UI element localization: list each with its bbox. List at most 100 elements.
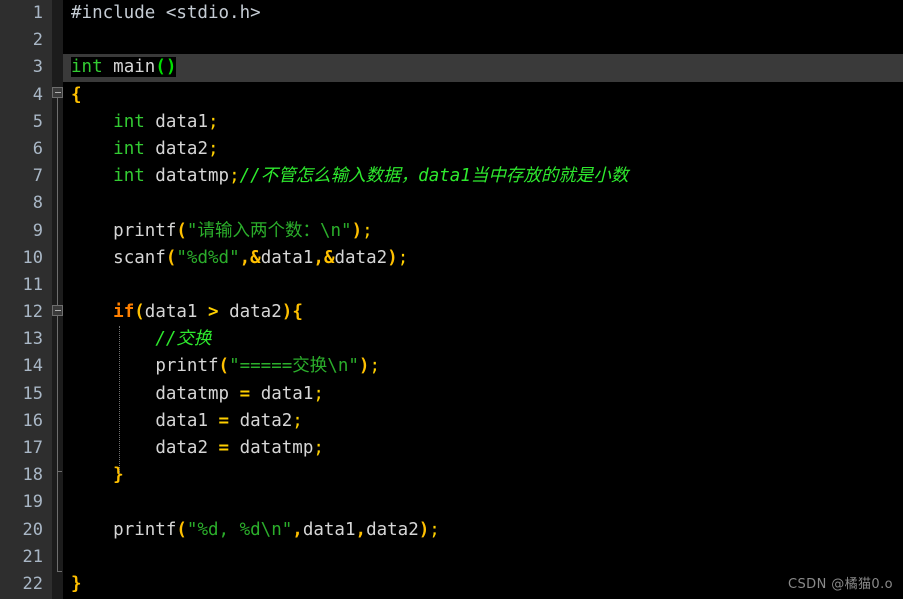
code-line-5[interactable]: int data1; [63,109,903,136]
parentheses-pair: () [155,57,177,78]
string-literal: "%d, %d\n" [186,519,293,540]
highlighted-occurrence: int main() [71,57,177,78]
code-line-14[interactable]: printf("=====交换\n"); [63,353,903,380]
line-number: 8 [32,193,43,214]
variable-datatmp: datatmp [144,166,230,187]
line-number: 10 [22,247,43,268]
semicolon: ; [362,220,373,241]
function-name-main: main [113,57,156,78]
line-number: 11 [22,274,43,295]
variable-data2: data2 [144,138,208,159]
open-paren: ( [165,247,177,268]
semicolon: ; [369,356,380,377]
code-line-6[interactable]: int data2; [63,136,903,163]
open-paren: ( [176,220,187,241]
semicolon: ; [207,138,219,159]
code-line-2[interactable] [63,27,903,54]
line-number-gutter: 1 2 3 4 5 6 7 8 9 10 11 12 13 14 15 16 1… [0,0,52,599]
code-line-19[interactable] [63,489,903,516]
variable-data2: data2 [334,247,388,268]
code-line-3[interactable]: int main() [63,54,903,82]
line-number: 21 [22,546,43,567]
fold-minus-icon-function[interactable] [52,87,63,98]
assignment-operator: = [208,438,240,458]
line-number: 19 [22,492,43,513]
code-line-4[interactable]: { [63,82,903,109]
close-brace-function: } [71,573,82,594]
semicolon: ; [313,438,324,458]
code-line-20[interactable]: printf("%d, %d\n",data1,data2); [63,517,903,544]
line-number: 9 [32,220,43,241]
variable-data1: data1 [260,247,314,268]
code-line-21[interactable] [63,544,903,571]
keyword-if: if [113,302,135,323]
line-number: 12 [22,302,43,323]
keyword-int: int [71,57,103,78]
semicolon: ; [229,166,240,187]
line-comment: //交换 [155,329,212,350]
code-line-17[interactable]: data2 = datatmp; [63,435,903,462]
assignment-operator: = [229,383,261,404]
keyword-int: int [113,111,145,132]
fold-region-end-if-block [57,471,62,472]
close-paren: ) [351,220,363,241]
line-number: 16 [22,410,43,431]
code-line-1[interactable]: #include <stdio.h> [63,0,903,27]
fold-minus-icon-if-block[interactable] [52,305,63,316]
line-number: 2 [32,30,43,51]
open-paren: ( [176,519,187,540]
code-line-9[interactable]: printf("请输入两个数：\n"); [63,218,903,245]
line-number: 20 [22,519,43,540]
function-call-printf: printf [113,220,177,241]
code-folding-column[interactable] [52,0,63,599]
semicolon: ; [313,383,324,404]
assignment-operator: = [208,410,240,431]
keyword-int: int [113,166,145,187]
greater-than-operator: > [197,302,230,323]
code-editor[interactable]: 1 2 3 4 5 6 7 8 9 10 11 12 13 14 15 16 1… [0,0,903,599]
code-line-11[interactable] [63,272,903,299]
comma: , [239,247,251,268]
variable-data2: data2 [239,410,293,431]
close-paren: ) [387,247,398,268]
line-number: 17 [22,438,43,458]
code-line-8[interactable] [63,190,903,217]
code-line-10[interactable]: scanf("%d%d",&data1,&data2); [63,245,903,272]
line-number: 6 [32,138,43,159]
code-line-18[interactable]: } [63,462,903,489]
semicolon: ; [292,410,303,431]
close-paren: ) [358,356,370,377]
line-comment: //不管怎么输入数据，data1当中存放的就是小数 [239,166,629,187]
fold-region-line-if-block [57,316,58,471]
code-line-22[interactable]: } [63,571,903,598]
code-content-area[interactable]: #include <stdio.h> int main() { int data… [63,0,903,599]
function-call-printf: printf [155,356,219,377]
code-line-12[interactable]: if(data1 > data2){ [63,299,903,326]
variable-data2: data2 [229,302,282,323]
line-number: 4 [32,84,43,105]
semicolon: ; [429,519,440,540]
variable-data1: data1 [155,410,208,431]
address-of-operator: & [250,247,261,268]
address-of-operator: & [323,247,335,268]
keyword-int: int [113,138,145,159]
close-paren: ) [281,302,293,323]
code-line-15[interactable]: datatmp = data1; [63,381,903,408]
code-line-16[interactable]: data1 = data2; [63,408,903,435]
semicolon: ; [397,247,409,268]
string-literal: "=====交换\n" [229,356,359,377]
code-line-13[interactable]: //交换 [63,326,903,353]
code-line-7[interactable]: int datatmp;//不管怎么输入数据，data1当中存放的就是小数 [63,163,903,190]
string-literal: "%d%d" [176,247,240,268]
